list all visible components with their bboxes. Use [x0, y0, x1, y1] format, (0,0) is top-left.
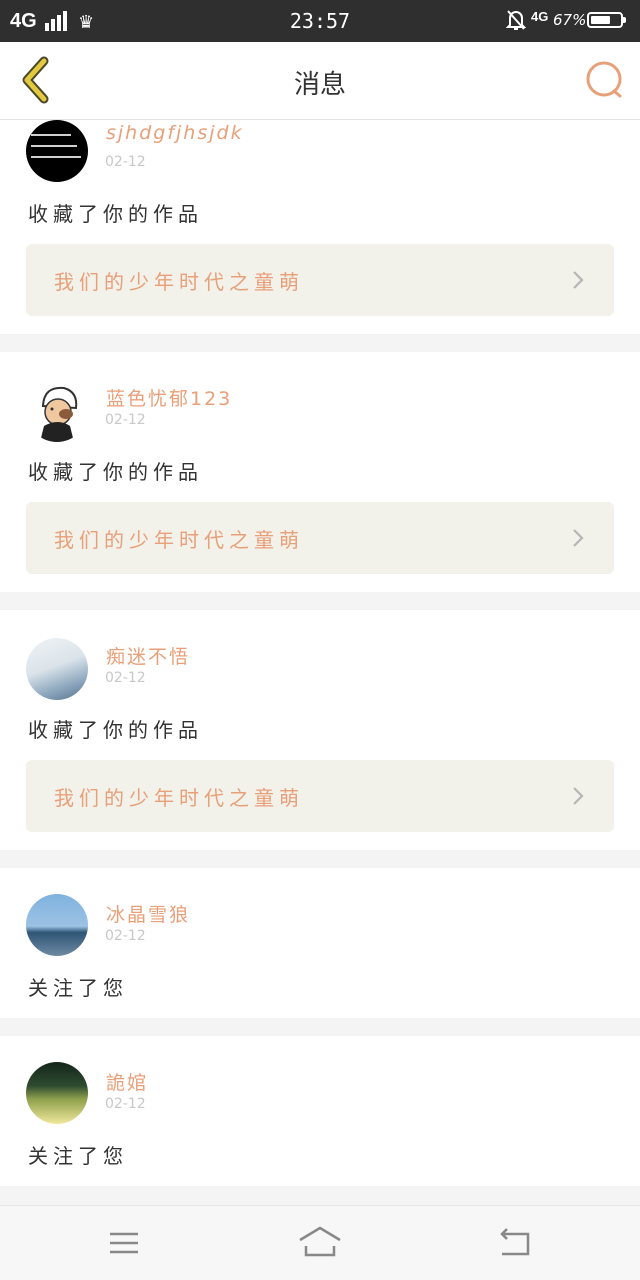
message-card: 蓝色忧郁123 02-12 收藏了你的作品 我们的少年时代之童萌 — [0, 352, 640, 592]
home-icon — [299, 1226, 341, 1257]
username[interactable]: 蓝色忧郁123 — [106, 384, 232, 411]
avatar[interactable] — [26, 638, 88, 700]
home-button[interactable] — [298, 1222, 342, 1262]
action-text: 关注了您 — [28, 1144, 128, 1168]
work-title: 我们的少年时代之童萌 — [54, 528, 304, 552]
battery-percent: 67% — [553, 11, 587, 29]
action-text: 关注了您 — [28, 976, 128, 1000]
bell-muted-icon — [506, 10, 526, 30]
work-title: 我们的少年时代之童萌 — [54, 270, 304, 294]
message-list: sjhdgfjhsjdk 02-12 收藏了你的作品 我们的少年时代之童萌 蓝色… — [0, 120, 640, 1205]
username[interactable]: 痴迷不悟 — [106, 642, 190, 669]
network-type: 4G — [531, 9, 549, 24]
battery-icon — [587, 12, 626, 28]
header: 消息 — [0, 42, 640, 120]
avatar-cartoon-image — [40, 386, 78, 442]
search-icon — [586, 61, 622, 98]
search-button[interactable] — [580, 58, 628, 102]
work-title: 我们的少年时代之童萌 — [54, 786, 304, 810]
work-link[interactable]: 我们的少年时代之童萌 — [26, 244, 614, 316]
action-text: 收藏了你的作品 — [28, 718, 203, 742]
page-title: 消息 — [293, 70, 346, 100]
username[interactable]: sjhdgfjhsjdk — [106, 122, 244, 144]
message-date: 02-12 — [105, 412, 146, 428]
status-bar: 4G ♛ 23:57 4G 67% — [0, 0, 640, 42]
message-date: 02-12 — [105, 1096, 146, 1112]
chevron-right-icon — [573, 271, 584, 289]
work-link[interactable]: 我们的少年时代之童萌 — [26, 502, 614, 574]
message-date: 02-12 — [105, 154, 146, 170]
chevron-left-icon — [22, 56, 49, 104]
back-arrow-icon — [500, 1228, 530, 1256]
avatar[interactable] — [26, 894, 88, 956]
menu-button[interactable] — [102, 1222, 146, 1262]
avatar[interactable] — [26, 380, 88, 442]
message-card: 痴迷不悟 02-12 收藏了你的作品 我们的少年时代之童萌 — [0, 610, 640, 850]
chevron-right-icon — [573, 529, 584, 547]
username[interactable]: 冰晶雪狼 — [106, 900, 190, 927]
system-nav-bar — [0, 1205, 640, 1280]
battery-fill — [591, 16, 610, 24]
message-card: 詭婠 02-12 关注了您 — [0, 1036, 640, 1186]
username[interactable]: 詭婠 — [106, 1068, 148, 1095]
back-nav-button[interactable] — [494, 1222, 538, 1262]
avatar[interactable] — [26, 1062, 88, 1124]
message-card: sjhdgfjhsjdk 02-12 收藏了你的作品 我们的少年时代之童萌 — [0, 120, 640, 334]
back-button[interactable] — [14, 56, 58, 104]
message-date: 02-12 — [105, 928, 146, 944]
message-date: 02-12 — [105, 670, 146, 686]
action-text: 收藏了你的作品 — [28, 460, 203, 484]
avatar[interactable] — [26, 120, 88, 182]
work-link[interactable]: 我们的少年时代之童萌 — [26, 760, 614, 832]
message-card: 冰晶雪狼 02-12 关注了您 — [0, 868, 640, 1018]
chevron-right-icon — [573, 787, 584, 805]
menu-icon — [110, 1232, 138, 1254]
action-text: 收藏了你的作品 — [28, 202, 203, 226]
